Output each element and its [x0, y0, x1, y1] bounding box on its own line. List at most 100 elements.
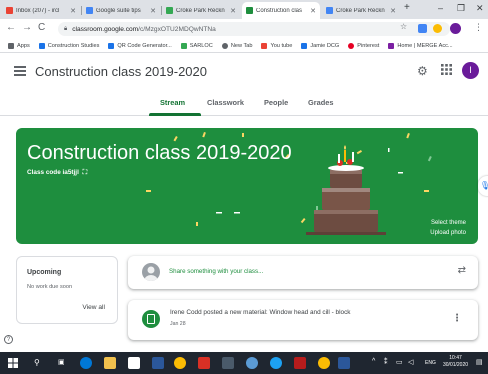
file-explorer-icon[interactable]: [104, 357, 116, 369]
bookmarks-bar: Apps Construction Studies QR Code Genera…: [0, 39, 488, 53]
url-bar[interactable]: 🔒︎ classroom.google.com /c/MzgxOTU2MDQwN…: [58, 22, 450, 36]
task-view-icon[interactable]: ▣: [58, 358, 65, 366]
search-icon[interactable]: ⚲: [34, 358, 40, 367]
bookmark-sarloc[interactable]: SARLOC: [180, 42, 213, 49]
forward-icon[interactable]: →: [22, 22, 32, 33]
notifications-icon[interactable]: ▤: [476, 358, 483, 366]
close-icon[interactable]: ✕: [150, 7, 156, 15]
post-text[interactable]: Irene Codd posted a new material: Window…: [170, 309, 350, 316]
store-icon[interactable]: [128, 357, 140, 369]
edge-icon[interactable]: [80, 357, 92, 369]
windows-start-icon[interactable]: [8, 358, 18, 368]
docs-icon: [326, 7, 333, 14]
volume-icon[interactable]: ◁: [408, 358, 413, 366]
hamburger-menu-icon[interactable]: [14, 66, 26, 76]
view-all-link[interactable]: View all: [82, 304, 105, 311]
select-theme-link[interactable]: Select theme: [431, 220, 466, 226]
tab-stream[interactable]: Stream: [160, 98, 185, 107]
word-icon[interactable]: [338, 357, 350, 369]
bookmark-apps[interactable]: Apps: [8, 42, 30, 49]
battery-icon[interactable]: ▭: [396, 358, 403, 366]
tab-grades[interactable]: Grades: [308, 98, 333, 107]
fullscreen-icon[interactable]: ⛶: [83, 169, 87, 176]
bookmark-label: SARLOC: [189, 42, 213, 49]
share-box[interactable]: Share something with your class... ⇄: [128, 256, 478, 289]
bookmark-label: Pinterest: [357, 42, 380, 49]
browser-tab-google-suite[interactable]: Google suite tips ✕: [82, 2, 160, 19]
bookmark-new-tab[interactable]: New Tab: [221, 42, 252, 49]
account-avatar[interactable]: I: [462, 62, 479, 79]
bookmark-merge[interactable]: Home | MERGE Acc...: [388, 42, 453, 49]
tray-chevron-icon[interactable]: ^: [372, 358, 375, 365]
help-icon[interactable]: ?: [4, 335, 13, 344]
bookmark-pinterest[interactable]: Pinterest: [348, 42, 380, 49]
app-icon[interactable]: [222, 357, 234, 369]
stream-post[interactable]: Irene Codd posted a new material: Window…: [128, 300, 478, 340]
repost-icon[interactable]: ⇄: [458, 265, 466, 276]
tab-classwork[interactable]: Classwork: [207, 98, 244, 107]
address-bar-row: ← → C 🔒︎ classroom.google.com /c/MzgxOTU…: [0, 19, 488, 39]
chrome-icon[interactable]: [318, 357, 330, 369]
bookmark-label: Home | MERGE Acc...: [397, 42, 453, 49]
class-banner: Construction class 2019-2020 Class code …: [16, 128, 478, 244]
clock-date: 30/01/2020: [443, 362, 469, 368]
share-input-placeholder[interactable]: Share something with your class...: [169, 268, 263, 275]
bookmark-qr-code[interactable]: QR Code Generator...: [108, 42, 172, 49]
network-icon[interactable]: ⁑: [384, 358, 388, 366]
bookmark-jamie-dcg[interactable]: Jamie DCG: [301, 42, 339, 49]
tab-label: Construction clas: [256, 7, 303, 14]
microphone-icon[interactable]: 🎙︎: [478, 176, 488, 196]
banner-title: Construction class 2019-2020: [27, 142, 292, 164]
browser-tab-croke-park-1[interactable]: Croke Park Reckn ✕: [162, 2, 240, 19]
restore-icon[interactable]: ❐: [457, 3, 465, 14]
star-icon[interactable]: ☆: [400, 22, 407, 31]
ie-icon[interactable]: [270, 357, 282, 369]
bookmark-construction-studies[interactable]: Construction Studies: [38, 42, 99, 49]
language-indicator[interactable]: ENG: [425, 360, 436, 366]
more-options-icon[interactable]: ⋮: [452, 313, 462, 324]
lock-icon: 🔒︎: [64, 25, 68, 32]
chrome-icon[interactable]: [174, 357, 186, 369]
browser-menu-icon[interactable]: ⋮: [474, 22, 483, 33]
new-tab-button[interactable]: +: [404, 2, 410, 13]
back-icon[interactable]: ←: [6, 22, 16, 33]
close-icon[interactable]: ✕: [390, 7, 396, 15]
browser-tab-croke-park-2[interactable]: Croke Park Reckn ✕: [322, 2, 400, 19]
close-icon[interactable]: ✕: [70, 7, 76, 15]
material-icon: [142, 310, 160, 328]
reload-icon[interactable]: C: [38, 22, 45, 33]
settings-gear-icon[interactable]: ⚙: [417, 64, 428, 78]
bookmark-icon: [301, 42, 308, 49]
globe-icon: [221, 42, 228, 49]
upload-photo-link[interactable]: Upload photo: [430, 230, 466, 236]
close-window-icon[interactable]: ✕: [476, 3, 484, 14]
bookmark-label: QR Code Generator...: [117, 42, 172, 49]
apps-grid-icon[interactable]: [441, 64, 452, 78]
close-icon[interactable]: ✕: [310, 7, 316, 15]
class-code[interactable]: Class code ia5tjjl ⛶: [27, 169, 87, 177]
tab-people[interactable]: People: [264, 98, 288, 107]
url-host: classroom.google.com: [72, 25, 139, 33]
app-icon[interactable]: [246, 357, 258, 369]
classroom-header: Construction class 2019-2020 ⚙ I: [0, 53, 488, 93]
minimize-icon[interactable]: –: [438, 3, 443, 13]
post-date: Jan 28: [170, 321, 186, 327]
app-icon[interactable]: [294, 357, 306, 369]
sarloc-icon: [180, 42, 187, 49]
apps-grid-icon: [8, 42, 14, 49]
extension-icon[interactable]: [418, 24, 427, 33]
browser-tab-construction[interactable]: Construction clas ✕: [242, 2, 320, 19]
pinterest-icon: [348, 42, 355, 49]
extension-icon[interactable]: [433, 24, 442, 33]
close-icon[interactable]: ✕: [230, 7, 236, 15]
mail-icon[interactable]: [152, 357, 164, 369]
app-icon[interactable]: [198, 357, 210, 369]
profile-avatar[interactable]: [450, 23, 461, 34]
clock[interactable]: 10:47 30/01/2020: [443, 355, 468, 369]
bookmark-youtube[interactable]: You tube: [261, 42, 292, 49]
tab-label: Google suite tips: [96, 7, 141, 14]
browser-tab-inbox[interactable]: Inbox (207) - ircl ✕: [2, 2, 80, 19]
page-title[interactable]: Construction class 2019-2020: [35, 64, 207, 79]
tab-label: Croke Park Reckn: [336, 7, 385, 14]
user-avatar: [142, 263, 160, 281]
